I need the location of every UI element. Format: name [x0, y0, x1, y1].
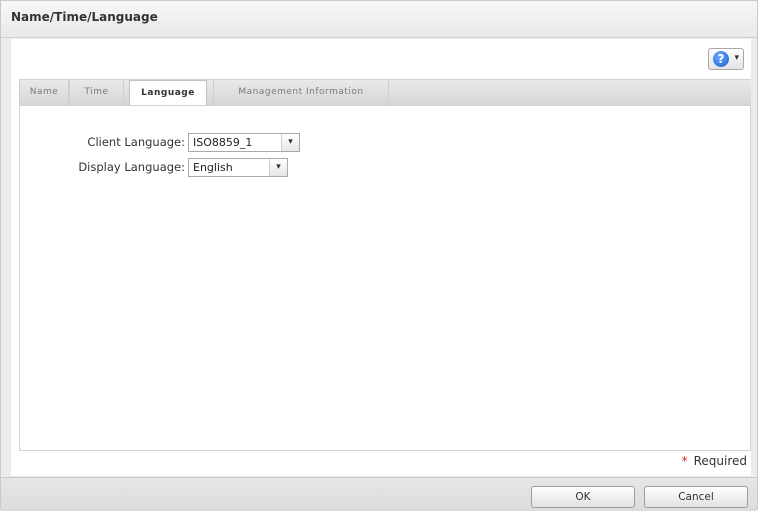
display-language-label: Display Language: — [78, 160, 185, 174]
tab-language[interactable]: Language — [129, 80, 207, 106]
display-language-value: English — [193, 161, 233, 174]
dialog-title: Name/Time/Language — [11, 10, 158, 24]
client-language-value: ISO8859_1 — [193, 136, 253, 149]
tab-name[interactable]: Name — [19, 80, 69, 105]
help-button[interactable]: ? ▾ — [708, 48, 744, 70]
cancel-button[interactable]: Cancel — [644, 486, 748, 508]
tab-strip: Name Time Language Management Informatio… — [19, 79, 751, 106]
display-language-select[interactable]: English ▾ — [188, 158, 288, 177]
tab-management-information[interactable]: Management Information — [213, 80, 389, 105]
content-area: ? ▾ Name Time Language Management Inform… — [11, 39, 751, 476]
dialog-footer: OK Cancel — [1, 477, 757, 511]
chevron-down-icon: ▾ — [269, 159, 287, 176]
chevron-down-icon: ▾ — [281, 134, 299, 151]
dialog: Name/Time/Language ? ▾ Name Time Languag… — [0, 0, 758, 511]
ok-button[interactable]: OK — [531, 486, 635, 508]
tab-time[interactable]: Time — [69, 80, 124, 105]
question-icon: ? — [713, 51, 729, 67]
required-label: Required — [693, 454, 747, 468]
title-bar: Name/Time/Language — [1, 1, 757, 38]
required-star: * — [681, 454, 688, 468]
client-language-label: Client Language: — [87, 135, 185, 149]
client-language-select[interactable]: ISO8859_1 ▾ — [188, 133, 300, 152]
required-note: * Required — [682, 454, 747, 468]
chevron-down-icon: ▾ — [734, 53, 739, 63]
language-tab-panel: Client Language: ISO8859_1 ▾ Display Lan… — [19, 105, 751, 451]
